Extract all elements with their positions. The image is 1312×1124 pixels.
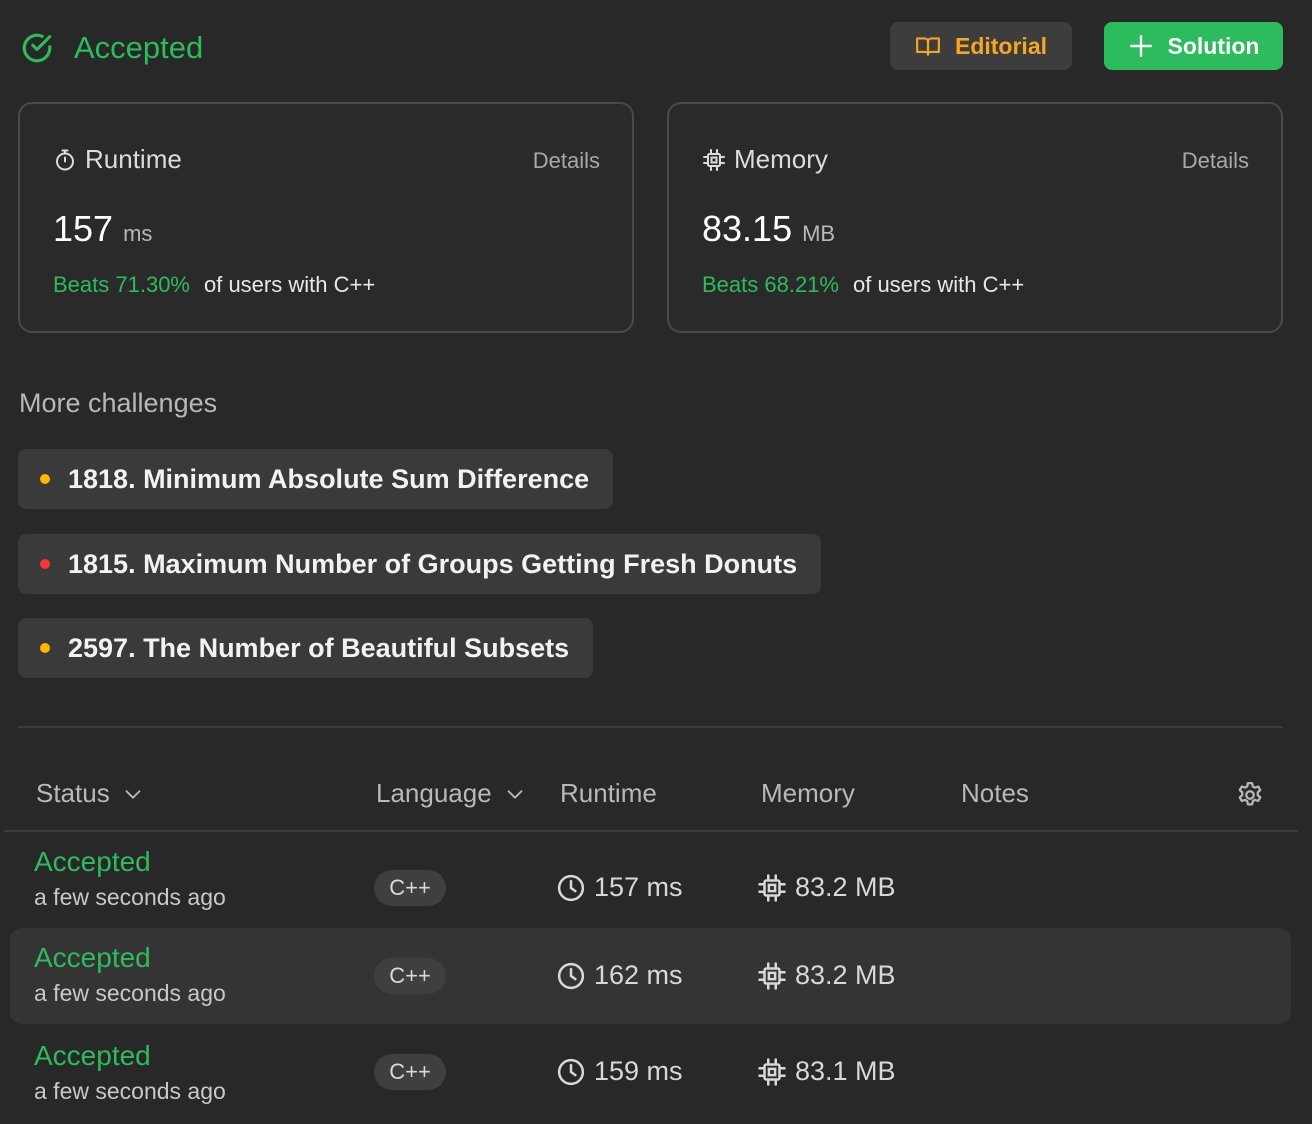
status-label: Accepted — [74, 30, 204, 65]
row-memory-value: 83.2 MB — [795, 960, 896, 990]
row-timestamp: a few seconds ago — [34, 884, 226, 910]
clock-icon — [557, 962, 585, 989]
status-header-label: Status — [36, 778, 110, 808]
memory-beats-suffix: of users with C++ — [852, 272, 1025, 297]
memory-title: Memory — [734, 144, 828, 174]
memory-value: 83.15 MB — [702, 208, 835, 250]
runtime-card: Runtime Details 157 ms Beats 71.30% of u… — [18, 102, 634, 333]
memory-card-header: Memory — [702, 144, 828, 175]
runtime-unit: ms — [123, 221, 153, 246]
submissions-table-header: Status Language Runtime Memory Notes — [4, 762, 1298, 832]
solution-button[interactable]: Solution — [1104, 22, 1283, 70]
row-timestamp: a few seconds ago — [34, 980, 226, 1006]
language-header-label: Language — [376, 778, 492, 808]
row-status: Accepted a few seconds ago — [34, 846, 226, 911]
difficulty-dot — [40, 474, 50, 484]
row-memory: 83.1 MB — [757, 1056, 896, 1087]
runtime-header-label: Runtime — [560, 778, 657, 808]
editorial-label: Editorial — [954, 32, 1047, 59]
row-memory-value: 83.2 MB — [795, 872, 896, 902]
memory-beats-percent: Beats 68.21% — [702, 272, 839, 297]
memory-number: 83.15 — [702, 208, 793, 249]
runtime-column-header: Runtime — [560, 778, 657, 809]
row-runtime: 159 ms — [556, 1056, 683, 1087]
row-memory: 83.2 MB — [757, 872, 896, 903]
memory-beats: Beats 68.21% of users with C++ — [702, 272, 1024, 298]
notes-column-header: Notes — [961, 778, 1029, 809]
runtime-card-header: Runtime — [53, 144, 182, 175]
challenge-label: 1815. Maximum Number of Groups Getting F… — [68, 548, 798, 579]
chip-icon — [703, 148, 725, 171]
chevron-down-icon — [125, 789, 141, 799]
chip-icon — [758, 873, 786, 902]
runtime-beats-suffix: of users with C++ — [203, 272, 376, 297]
row-status-label[interactable]: Accepted — [34, 1040, 226, 1072]
row-runtime: 162 ms — [556, 960, 683, 991]
clock-icon — [557, 874, 585, 901]
challenge-label: 1818. Minimum Absolute Sum Difference — [68, 463, 590, 494]
notes-header-label: Notes — [961, 778, 1029, 808]
memory-details-link[interactable]: Details — [1182, 148, 1249, 174]
challenge-item[interactable]: 2597. The Number of Beautiful Subsets — [18, 618, 594, 678]
solution-label: Solution — [1167, 32, 1260, 59]
memory-unit: MB — [802, 221, 836, 246]
status-column-header[interactable]: Status — [36, 778, 144, 809]
runtime-details-link[interactable]: Details — [533, 148, 600, 174]
runtime-number: 157 — [53, 208, 114, 249]
runtime-value: 157 ms — [53, 208, 152, 250]
language-badge: C++ — [374, 958, 446, 994]
timer-icon — [56, 149, 74, 170]
row-memory: 83.2 MB — [757, 960, 896, 991]
more-challenges-title: More challenges — [19, 388, 218, 418]
submission-status-title: Accepted — [20, 28, 203, 68]
row-runtime-value: 162 ms — [594, 960, 683, 990]
row-timestamp: a few seconds ago — [34, 1078, 226, 1104]
chevron-down-icon — [507, 789, 523, 799]
runtime-beats-percent: Beats 71.30% — [53, 272, 190, 297]
language-badge: C++ — [374, 1054, 446, 1090]
challenge-item[interactable]: 1815. Maximum Number of Groups Getting F… — [18, 534, 822, 594]
row-status-label[interactable]: Accepted — [34, 942, 226, 974]
submission-result-page: Accepted Editorial Solution Runtime Deta… — [0, 0, 1312, 1124]
chip-icon — [758, 1057, 786, 1086]
clock-icon — [557, 1058, 585, 1085]
gear-icon[interactable] — [1235, 780, 1265, 810]
check-circle-icon — [22, 33, 52, 63]
row-runtime: 157 ms — [556, 872, 683, 903]
submission-row[interactable]: Accepted a few seconds ago C++ 157 ms 83… — [10, 838, 1291, 934]
editorial-button[interactable]: Editorial — [890, 22, 1072, 70]
runtime-title: Runtime — [85, 144, 182, 174]
memory-card: Memory Details 83.15 MB Beats 68.21% of … — [667, 102, 1283, 333]
row-status: Accepted a few seconds ago — [34, 942, 226, 1007]
memory-header-label: Memory — [761, 778, 855, 808]
submission-row[interactable]: Accepted a few seconds ago C++ 162 ms 83… — [10, 928, 1291, 1024]
memory-column-header: Memory — [761, 778, 855, 809]
chip-icon — [758, 961, 786, 990]
row-runtime-value: 157 ms — [594, 872, 683, 902]
difficulty-dot — [40, 559, 50, 569]
section-divider — [18, 726, 1283, 728]
row-memory-value: 83.1 MB — [795, 1056, 896, 1086]
plus-icon — [1129, 35, 1152, 57]
row-status-label[interactable]: Accepted — [34, 846, 226, 878]
book-icon — [916, 37, 940, 56]
row-status: Accepted a few seconds ago — [34, 1040, 226, 1105]
language-column-header[interactable]: Language — [376, 778, 526, 809]
runtime-beats: Beats 71.30% of users with C++ — [53, 272, 375, 298]
difficulty-dot — [40, 643, 50, 653]
challenge-item[interactable]: 1818. Minimum Absolute Sum Difference — [18, 449, 614, 509]
submission-row[interactable]: Accepted a few seconds ago C++ 159 ms 83… — [10, 1028, 1291, 1124]
challenge-label: 2597. The Number of Beautiful Subsets — [68, 632, 570, 663]
row-runtime-value: 159 ms — [594, 1056, 683, 1086]
language-badge: C++ — [374, 870, 446, 906]
